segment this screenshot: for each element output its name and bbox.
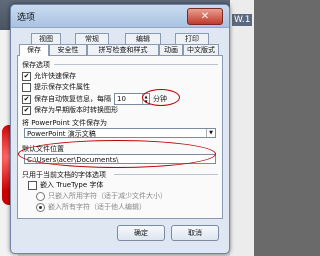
save-as-value: PowerPoint 演示文稿 (27, 130, 96, 138)
save-panel: 保存选项 ✔ 允许快速保存 提示保存文件属性 ✔ 保存自动恢复信息，每隔 10 … (17, 55, 223, 219)
embed-used-only-label: 只嵌入所用字符（适于减少文件大小） (48, 192, 167, 200)
version-badge: W.1 (232, 14, 253, 26)
embed-truetype-checkbox[interactable] (28, 180, 37, 190)
ok-button[interactable]: 确定 (117, 225, 165, 241)
embed-all-row[interactable]: 嵌入所有字符（适于他人编辑） (36, 202, 146, 212)
divider (114, 174, 218, 175)
convert-on-save-row[interactable]: ✔ 保存为早期版本时转换图形 (22, 105, 118, 115)
convert-on-save-label: 保存为早期版本时转换图形 (34, 106, 118, 114)
tab-strip: 视图 常规 编辑 打印 保存 安全性 拼写检查和样式 动画 中文版式 (17, 33, 223, 57)
embed-all-radio[interactable] (36, 202, 45, 212)
prompt-file-props-checkbox[interactable] (22, 82, 31, 92)
cancel-button[interactable]: 取消 (171, 225, 219, 241)
font-section-label: 只用于当前文档的字体选项 (22, 171, 106, 179)
allow-fast-save-checkbox[interactable]: ✔ (22, 71, 31, 81)
save-options-label: 保存选项 (22, 61, 50, 69)
embed-truetype-label: 嵌入 TrueType 字体 (40, 181, 104, 189)
allow-fast-save-row[interactable]: ✔ 允许快速保存 (22, 71, 76, 81)
autosave-checkbox[interactable]: ✔ (22, 94, 31, 104)
autosave-minutes-value: 10 (117, 95, 126, 103)
embed-used-only-row[interactable]: 只嵌入所用字符（适于减少文件大小） (36, 191, 167, 201)
autosave-label: 保存自动恢复信息，每隔 (34, 95, 111, 103)
annotation-circle (142, 89, 180, 106)
dialog-titlebar[interactable]: 选项 ✕ (11, 5, 229, 28)
embed-used-only-radio[interactable] (36, 191, 45, 201)
annotation-ellipse (18, 140, 216, 168)
allow-fast-save-label: 允许快速保存 (34, 72, 76, 80)
tab-save[interactable]: 保存 (19, 44, 49, 56)
dialog-title: 选项 (17, 13, 36, 23)
convert-on-save-checkbox[interactable]: ✔ (22, 105, 31, 115)
divider (54, 64, 218, 65)
embed-all-label: 嵌入所有字符（适于他人编辑） (48, 203, 146, 211)
background-right-panel: W.1 (230, 0, 254, 256)
save-as-dropdown[interactable]: PowerPoint 演示文稿 ▼ (24, 128, 216, 138)
save-as-label: 将 PowerPoint 文件保存为 (22, 119, 107, 127)
embed-truetype-row[interactable]: 嵌入 TrueType 字体 (28, 180, 103, 190)
close-button[interactable]: ✕ (187, 8, 223, 25)
chevron-down-icon[interactable]: ▼ (206, 129, 215, 137)
prompt-file-props-label: 提示保存文件属性 (34, 83, 90, 91)
prompt-file-props-row[interactable]: 提示保存文件属性 (22, 82, 90, 92)
options-dialog: 选项 ✕ 视图 常规 编辑 打印 保存 安全性 拼写检查和样式 动画 中文版式 … (10, 4, 230, 254)
